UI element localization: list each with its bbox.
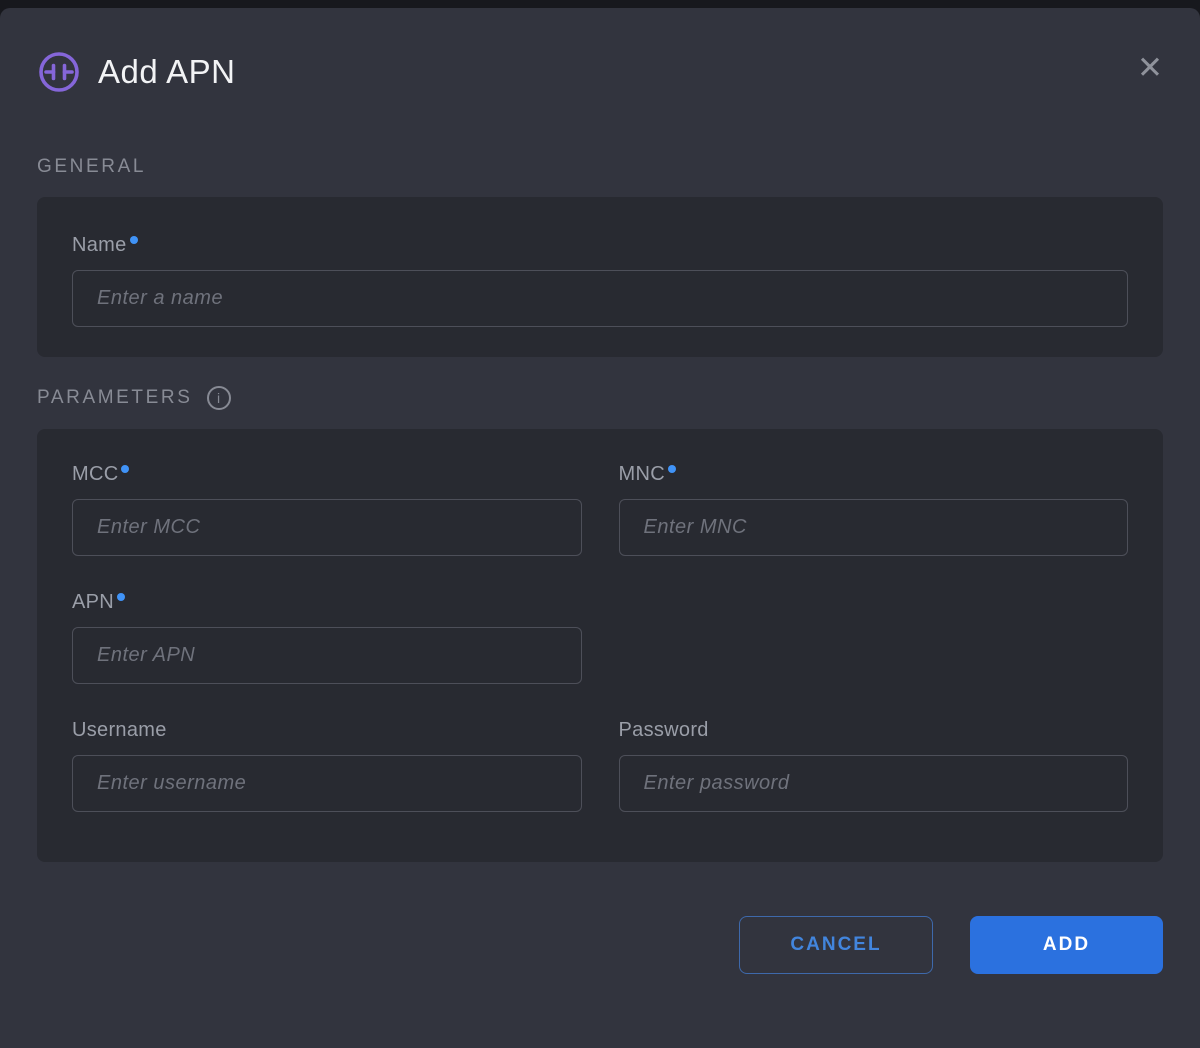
add-button[interactable]: ADD (970, 916, 1163, 974)
apn-field-label-row: APN (72, 591, 582, 614)
mcc-input[interactable] (72, 499, 582, 556)
password-field-label: Password (619, 719, 709, 742)
mnc-field-group: MNC (619, 463, 1129, 556)
mnc-field-label: MNC (619, 463, 665, 486)
username-field-label-row: Username (72, 719, 582, 742)
required-indicator (121, 465, 129, 473)
required-indicator (117, 593, 125, 601)
parameters-card: MCC MNC APN (37, 429, 1163, 862)
name-field-label-row: Name (72, 234, 1128, 257)
add-apn-dialog: Add APN ✕ GENERAL Name PARAMETERS i MCC (0, 8, 1200, 1048)
dialog-header: Add APN ✕ (37, 8, 1163, 94)
required-indicator (130, 236, 138, 244)
apn-row: APN (72, 591, 1128, 684)
mcc-field-label: MCC (72, 463, 118, 486)
mnc-input[interactable] (619, 499, 1129, 556)
parameters-section-header: PARAMETERS i (37, 386, 1163, 410)
name-input[interactable] (72, 270, 1128, 327)
dialog-footer: CANCEL ADD (37, 916, 1163, 974)
mnc-field-label-row: MNC (619, 463, 1129, 486)
password-input[interactable] (619, 755, 1129, 812)
parameters-section-label: PARAMETERS (37, 387, 193, 409)
close-icon[interactable]: ✕ (1130, 48, 1170, 88)
apn-row-spacer (619, 591, 1129, 684)
mcc-field-label-row: MCC (72, 463, 582, 486)
apn-field-group: APN (72, 591, 582, 684)
general-card: Name (37, 197, 1163, 357)
dialog-title: Add APN (98, 53, 235, 91)
mcc-field-group: MCC (72, 463, 582, 556)
username-field-label: Username (72, 719, 167, 742)
apn-field-label: APN (72, 591, 114, 614)
general-section-label: GENERAL (37, 156, 146, 178)
info-icon[interactable]: i (207, 386, 231, 410)
mcc-mnc-row: MCC MNC (72, 463, 1128, 556)
general-section-header: GENERAL (37, 156, 1163, 178)
required-indicator (668, 465, 676, 473)
name-field-label: Name (72, 234, 127, 257)
apn-input[interactable] (72, 627, 582, 684)
username-input[interactable] (72, 755, 582, 812)
username-field-group: Username (72, 719, 582, 812)
apn-port-icon (37, 50, 81, 94)
username-password-row: Username Password (72, 719, 1128, 812)
password-field-group: Password (619, 719, 1129, 812)
password-field-label-row: Password (619, 719, 1129, 742)
cancel-button[interactable]: CANCEL (739, 916, 933, 974)
